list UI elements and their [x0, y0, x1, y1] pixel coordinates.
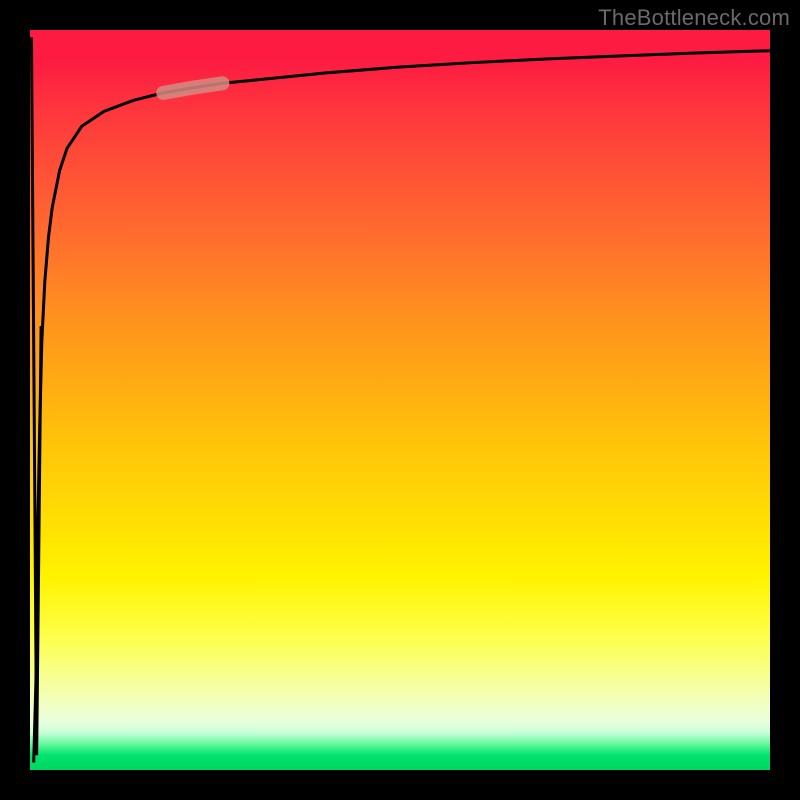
frame-bottom [0, 770, 800, 800]
bottleneck-curve [34, 51, 770, 763]
frame-right [770, 0, 800, 800]
highlight-segment [163, 83, 222, 93]
curve-layer [30, 30, 770, 770]
chart-container: TheBottleneck.com [0, 0, 800, 800]
frame-left [0, 0, 30, 800]
watermark-text: TheBottleneck.com [598, 5, 790, 31]
